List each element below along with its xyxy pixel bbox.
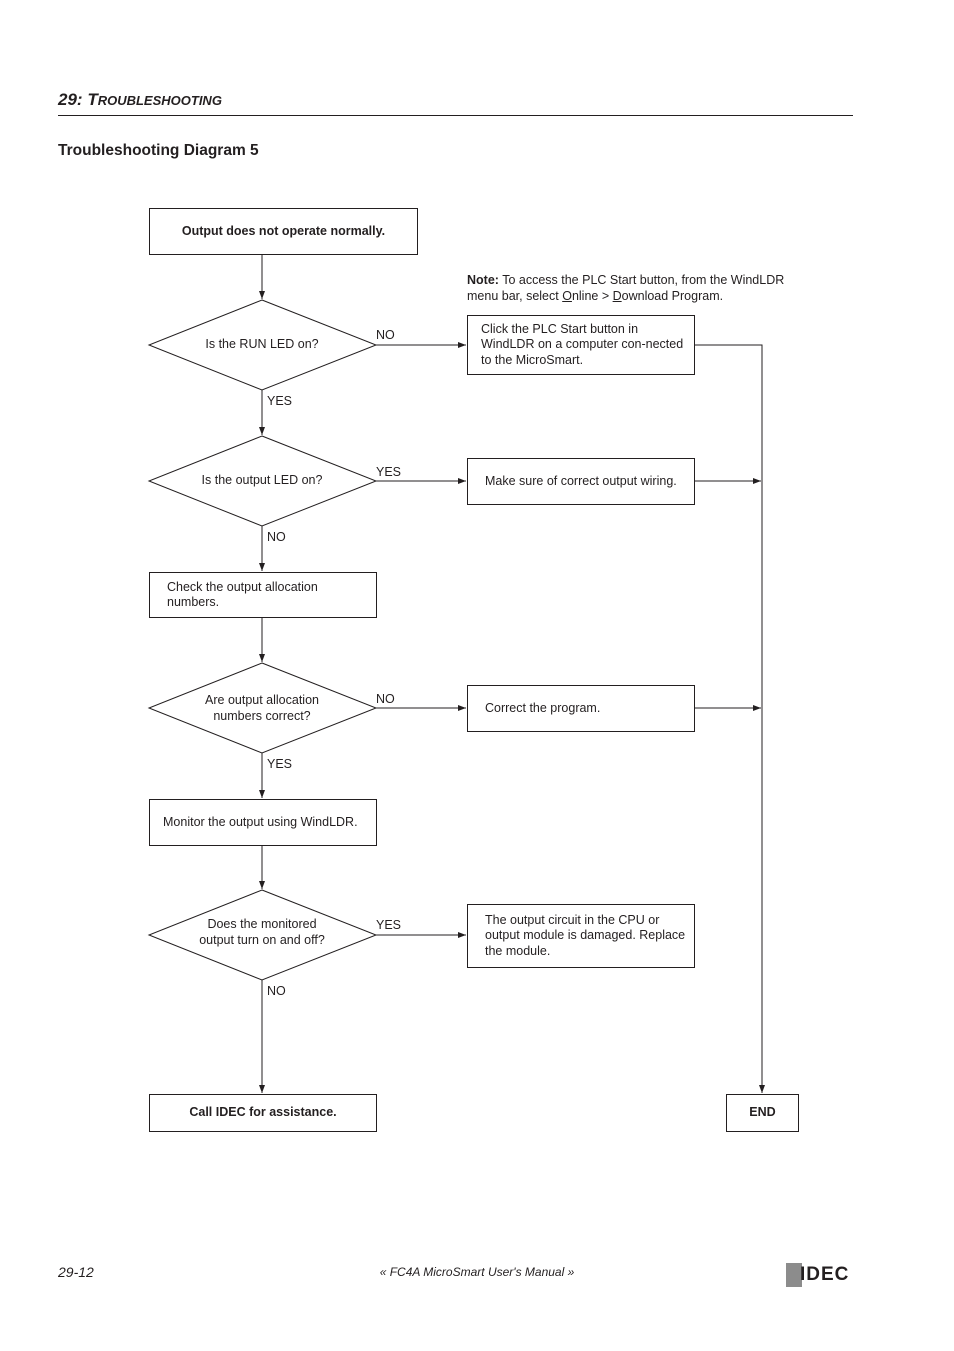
action-correct-program-text: Correct the program.	[485, 700, 601, 715]
menu-online: nline	[571, 289, 599, 303]
label-run-yes: YES	[267, 394, 293, 408]
label-run-no: NO	[376, 328, 395, 342]
label-allocation-no: NO	[376, 692, 395, 706]
action-check-allocation: Check the output allocation numbers.	[149, 572, 377, 618]
label-allocation-yes: YES	[267, 757, 293, 771]
menu-download-program: ownload Program	[621, 289, 720, 303]
action-damaged-text: The output circuit in the CPU or output …	[485, 912, 686, 958]
menu-online-mnemonic: O	[562, 289, 572, 303]
label-monitored-no: NO	[267, 984, 286, 998]
start-box: Output does not operate normally.	[149, 208, 418, 255]
action-check-allocation-text: Check the output allocation numbers.	[167, 579, 318, 610]
action-correct-program: Correct the program.	[467, 685, 695, 732]
menu-download-mnemonic: D	[612, 289, 622, 303]
logo-text: IDEC	[800, 1264, 850, 1285]
decision-text-allocation: Are output allocation numbers correct?	[205, 693, 319, 723]
decision-text-output-led: Is the output LED on?	[201, 473, 323, 487]
label-output-yes: YES	[376, 465, 402, 479]
action-wiring: Make sure of correct output wiring.	[467, 458, 695, 505]
action-plc-start-text: Click the PLC Start button in WindLDR on…	[481, 321, 684, 367]
action-plc-start: Click the PLC Start button in WindLDR on…	[467, 315, 695, 375]
note-end: .	[719, 289, 724, 303]
action-wiring-text: Make sure of correct output wiring.	[485, 473, 677, 488]
connector-plc-to-end	[694, 344, 765, 1093]
decision-text-monitored: Does the monitored output turn on and of…	[199, 917, 325, 947]
flowchart-connectors	[147, 254, 765, 1093]
action-call-idec-text: Call IDEC for assistance.	[189, 1105, 337, 1120]
idec-logo: IDEC	[786, 1263, 856, 1287]
start-text: Output does not operate normally.	[181, 223, 386, 238]
label-output-no: NO	[267, 530, 286, 544]
action-monitor: Monitor the output using WindLDR.	[149, 799, 377, 846]
end-box: END	[726, 1094, 799, 1132]
action-monitor-text: Monitor the output using WindLDR.	[163, 814, 358, 829]
note-label: Note:	[467, 273, 499, 287]
note: Note: To access the PLC Start button, fr…	[467, 272, 812, 304]
action-call-idec: Call IDEC for assistance.	[149, 1094, 377, 1132]
menu-separator: >	[598, 289, 613, 303]
action-damaged: The output circuit in the CPU or output …	[467, 904, 695, 968]
decision-text-run-led: Is the RUN LED on?	[205, 337, 319, 351]
label-monitored-yes: YES	[376, 918, 402, 932]
end-text: END	[749, 1105, 776, 1120]
